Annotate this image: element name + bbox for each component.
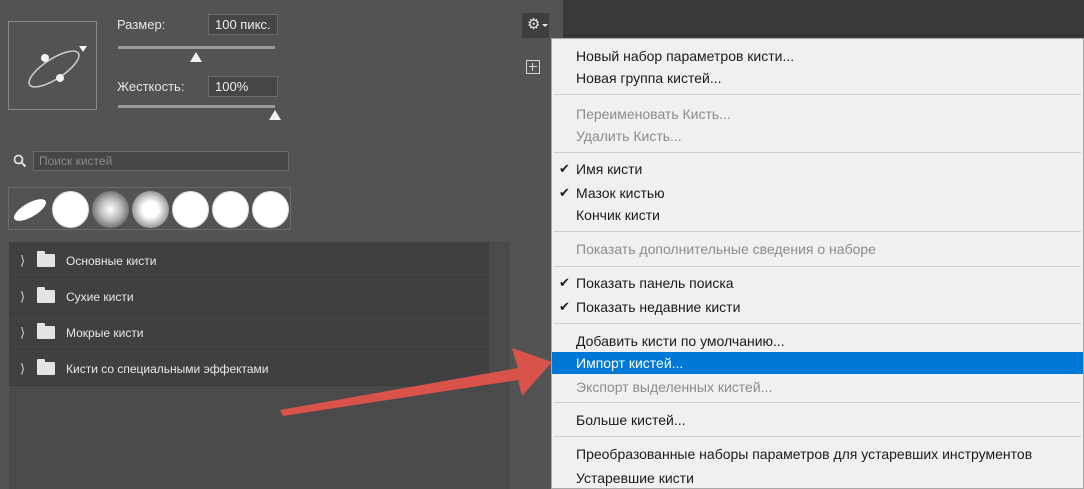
hardness-slider-thumb[interactable] <box>269 110 281 120</box>
brush-preview[interactable] <box>8 21 97 110</box>
brush-preset-4[interactable] <box>132 191 169 228</box>
folder-icon <box>37 323 55 339</box>
brush-preset-1[interactable] <box>12 192 49 227</box>
brush-group-row[interactable]: ⟩ Мокрые кисти <box>9 314 489 350</box>
plus-square-icon[interactable] <box>526 60 540 74</box>
menu-separator <box>554 323 1081 324</box>
size-input[interactable]: 100 пикс. <box>208 14 278 35</box>
brush-group-label: Мокрые кисти <box>66 326 144 340</box>
brush-group-label: Сухие кисти <box>66 290 134 304</box>
search-input[interactable]: Поиск кистей <box>33 151 289 171</box>
folder-icon <box>37 251 55 267</box>
top-strip <box>563 0 1084 36</box>
brush-angle-icon <box>28 46 87 88</box>
settings-menu-button[interactable]: ⚙ <box>522 13 549 38</box>
menu-item-export-selected-brushes[interactable]: Экспорт выделенных кистей... <box>552 376 1083 398</box>
brush-preset-2[interactable] <box>52 191 89 228</box>
brush-panel: Размер: 100 пикс. Жесткость: 100% ⚙ Поис… <box>0 0 563 489</box>
folder-icon <box>37 359 55 375</box>
menu-separator <box>554 231 1081 232</box>
brush-group-label: Основные кисти <box>66 254 157 268</box>
menu-item-converted-legacy-presets[interactable]: Преобразованные наборы параметров для ус… <box>552 443 1083 465</box>
size-slider-thumb[interactable] <box>190 52 202 62</box>
menu-item-legacy-brushes[interactable]: Устаревшие кисти <box>552 467 1083 489</box>
menu-item-brush-name[interactable]: ✔ Имя кисти <box>552 158 1083 180</box>
menu-item-more-brushes[interactable]: Больше кистей... <box>552 409 1083 431</box>
menu-item-brush-tip[interactable]: Кончик кисти <box>552 204 1083 226</box>
folder-icon <box>37 287 55 303</box>
brush-group-label: Кисти со специальными эффектами <box>66 362 269 376</box>
menu-item-rename-brush[interactable]: Переименовать Кисть... <box>552 103 1083 125</box>
menu-item-new-brush-preset[interactable]: Новый набор параметров кисти... <box>552 45 1083 67</box>
size-slider-track[interactable] <box>118 46 275 49</box>
menu-item-brush-stroke[interactable]: ✔ Мазок кистью <box>552 182 1083 204</box>
checkmark-icon: ✔ <box>559 161 570 176</box>
size-label: Размер: <box>117 17 166 32</box>
search-icon <box>13 154 27 168</box>
brush-preset-7[interactable] <box>252 191 289 228</box>
brush-group-row[interactable]: ⟩ Сухие кисти <box>9 278 489 314</box>
recent-brushes <box>8 187 291 230</box>
menu-separator <box>554 266 1081 267</box>
checkmark-icon: ✔ <box>559 275 570 290</box>
menu-item-import-brushes[interactable]: Импорт кистей... <box>552 352 1083 374</box>
menu-separator <box>554 402 1081 403</box>
brush-groups-list: ⟩ Основные кисти ⟩ Сухие кисти ⟩ Мокрые … <box>9 242 510 489</box>
menu-item-show-recent-brushes[interactable]: ✔ Показать недавние кисти <box>552 296 1083 318</box>
menu-item-delete-brush[interactable]: Удалить Кисть... <box>552 125 1083 147</box>
chevron-right-icon[interactable]: ⟩ <box>20 289 25 305</box>
hardness-slider-track[interactable] <box>118 105 275 108</box>
dropdown-arrow-icon <box>542 24 548 27</box>
brush-preset-5[interactable] <box>172 191 209 228</box>
menu-separator <box>554 94 1081 95</box>
menu-item-show-additional-info[interactable]: Показать дополнительные сведения о набор… <box>552 238 1083 260</box>
brush-group-row[interactable]: ⟩ Кисти со специальными эффектами <box>9 350 489 386</box>
checkmark-icon: ✔ <box>559 185 570 200</box>
brush-preset-6[interactable] <box>212 191 249 228</box>
brush-group-row[interactable]: ⟩ Основные кисти <box>9 242 489 278</box>
menu-separator <box>554 152 1081 153</box>
menu-item-add-default-brushes[interactable]: Добавить кисти по умолчанию... <box>552 330 1083 352</box>
chevron-right-icon[interactable]: ⟩ <box>20 325 25 341</box>
gear-icon: ⚙ <box>527 16 541 33</box>
menu-separator <box>554 436 1081 437</box>
chevron-right-icon[interactable]: ⟩ <box>20 253 25 269</box>
brush-preset-3[interactable] <box>92 191 129 228</box>
hardness-input[interactable]: 100% <box>208 76 278 97</box>
hardness-label: Жесткость: <box>117 79 185 94</box>
checkmark-icon: ✔ <box>559 299 570 314</box>
brush-panel-menu: Новый набор параметров кисти... Новая гр… <box>551 38 1084 489</box>
chevron-right-icon[interactable]: ⟩ <box>20 361 25 377</box>
menu-item-show-search-bar[interactable]: ✔ Показать панель поиска <box>552 272 1083 294</box>
menu-item-new-brush-group[interactable]: Новая группа кистей... <box>552 67 1083 89</box>
